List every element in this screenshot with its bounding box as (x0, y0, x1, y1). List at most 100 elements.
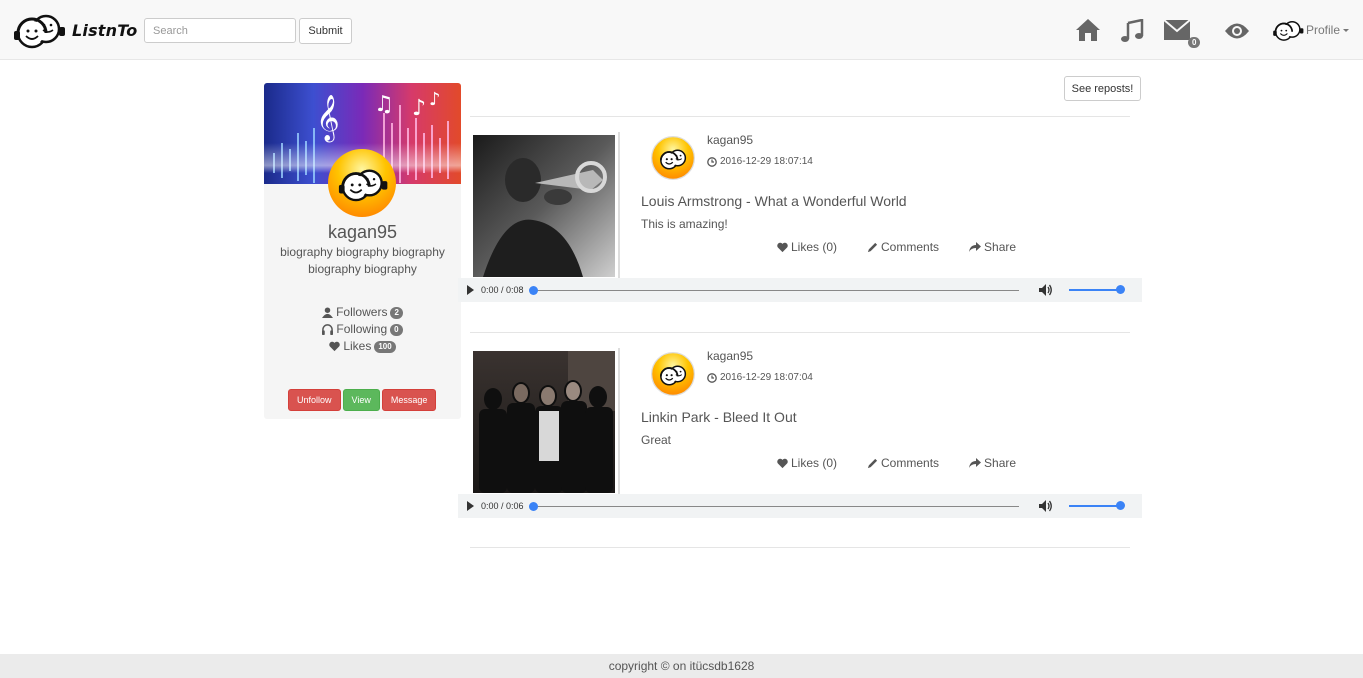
copyright-text: copyright © on itücsdb1628 (608, 659, 755, 673)
profile-bio: biography biography biography biography … (280, 245, 445, 276)
eye-icon[interactable] (1224, 22, 1250, 40)
comments-button[interactable]: Comments (867, 240, 954, 254)
profile-avatar (327, 148, 397, 223)
message-button[interactable]: Message (381, 389, 437, 411)
user-avatar-icon (651, 352, 695, 396)
post-author-name[interactable]: kagan95 (707, 349, 753, 363)
post-author-avatar[interactable] (651, 136, 695, 185)
profile-avatar-icon (1273, 20, 1304, 41)
post-cover-image (470, 132, 620, 278)
share-button[interactable]: Share (969, 240, 1031, 254)
clock-icon (707, 156, 717, 167)
logo-icon (14, 14, 65, 49)
user-icon (322, 307, 334, 318)
post-comment: This is amazing! (641, 217, 728, 231)
view-button[interactable]: View (342, 389, 380, 411)
heart-icon (329, 341, 341, 352)
heart-icon (777, 458, 788, 468)
like-label: Likes (0) (791, 456, 838, 470)
post-song-title[interactable]: Louis Armstrong - What a Wonderful World (641, 193, 907, 209)
seek-slider[interactable] (529, 285, 1019, 295)
share-icon (969, 457, 982, 468)
post-author-avatar[interactable] (651, 352, 695, 401)
svg-text:♪: ♪ (412, 96, 426, 121)
post-song-title[interactable]: Linkin Park - Bleed It Out (641, 409, 797, 425)
search-submit-button[interactable]: Submit (299, 18, 352, 44)
home-icon[interactable] (1075, 17, 1101, 43)
followers-count-badge: 2 (390, 306, 403, 319)
comments-label: Comments (881, 456, 940, 470)
divider (470, 116, 1130, 117)
play-icon[interactable] (467, 285, 474, 295)
profile-label: Profile (1306, 23, 1341, 37)
following-count-badge: 0 (390, 323, 403, 336)
like-label: Likes (0) (791, 240, 838, 254)
messages-count-badge: 0 (1188, 37, 1201, 48)
volume-icon[interactable] (1039, 284, 1053, 296)
post-actions: Likes (0) Comments Share (777, 240, 1046, 254)
post-author-name[interactable]: kagan95 (707, 133, 753, 147)
navbar: ListnTo Submit 0 Profile (0, 0, 1363, 60)
player-time: 0:00 / 0:08 (481, 285, 524, 295)
volume-icon[interactable] (1039, 500, 1053, 512)
envelope-icon (1163, 19, 1191, 40)
post-comment: Great (641, 433, 672, 447)
likes-stat[interactable]: Likes 100 (264, 338, 461, 355)
footer: copyright © on itücsdb1628 (0, 654, 1363, 678)
post-card: kagan95 2016-12-29 18:07:14 Louis Armstr… (458, 132, 1142, 322)
post-timestamp: 2016-12-29 18:07:04 (707, 372, 813, 383)
pencil-icon (867, 242, 878, 252)
comments-label: Comments (881, 240, 940, 254)
share-label: Share (984, 240, 1017, 254)
svg-text:♫: ♫ (374, 92, 394, 117)
svg-text:𝄞: 𝄞 (316, 95, 340, 143)
share-icon (969, 241, 982, 252)
player-time: 0:00 / 0:06 (481, 501, 524, 511)
play-icon[interactable] (467, 501, 474, 511)
messages-nav[interactable]: 0 (1163, 19, 1204, 50)
volume-slider[interactable] (1069, 285, 1125, 294)
clock-icon (707, 372, 717, 383)
followers-label: Followers (336, 305, 388, 319)
post-timestamp-text: 2016-12-29 18:07:14 (720, 156, 813, 167)
user-avatar-icon (328, 149, 396, 217)
seek-slider[interactable] (529, 501, 1019, 511)
likes-label: Likes (343, 339, 372, 353)
post-timestamp-text: 2016-12-29 18:07:04 (720, 372, 813, 383)
profile-actions: Unfollow View Message (288, 389, 437, 411)
following-stat[interactable]: Following 0 (264, 321, 461, 338)
heart-icon (777, 242, 788, 252)
svg-text:♪: ♪ (429, 89, 441, 110)
like-button[interactable]: Likes (0) (777, 456, 852, 470)
profile-username: kagan95 (327, 222, 398, 242)
brand-name: ListnTo (72, 20, 138, 40)
post-cover-image (470, 348, 620, 494)
like-button[interactable]: Likes (0) (777, 240, 852, 254)
see-reposts-button[interactable]: See reposts! (1064, 76, 1141, 101)
post-actions: Likes (0) Comments Share (777, 456, 1046, 470)
volume-slider[interactable] (1069, 501, 1125, 510)
headphones-icon (322, 324, 334, 335)
comments-button[interactable]: Comments (867, 456, 954, 470)
caret-down-icon (1343, 28, 1350, 32)
share-button[interactable]: Share (969, 456, 1031, 470)
pencil-icon (867, 458, 878, 468)
profile-card: 𝄞 ♫ ♪ ♪ kagan95 biography biography biog… (264, 83, 461, 419)
divider (470, 547, 1130, 548)
profile-dropdown[interactable]: Profile (1272, 17, 1350, 43)
audio-player: 0:00 / 0:08 (458, 278, 1142, 302)
post-card: kagan95 2016-12-29 18:07:04 Linkin Park … (458, 348, 1142, 538)
audio-player: 0:00 / 0:06 (458, 494, 1142, 518)
divider (470, 332, 1130, 333)
user-avatar-icon (651, 136, 695, 180)
profile-stats: Followers 2 Following 0 Likes 100 (264, 304, 461, 355)
likes-count-badge: 100 (374, 340, 396, 353)
brand-link[interactable]: ListnTo (12, 9, 138, 51)
unfollow-button[interactable]: Unfollow (288, 389, 341, 411)
music-icon[interactable] (1120, 19, 1144, 43)
post-timestamp: 2016-12-29 18:07:14 (707, 156, 813, 167)
share-label: Share (984, 456, 1017, 470)
following-label: Following (336, 322, 388, 336)
search-input[interactable] (144, 18, 296, 43)
followers-stat[interactable]: Followers 2 (264, 304, 461, 321)
